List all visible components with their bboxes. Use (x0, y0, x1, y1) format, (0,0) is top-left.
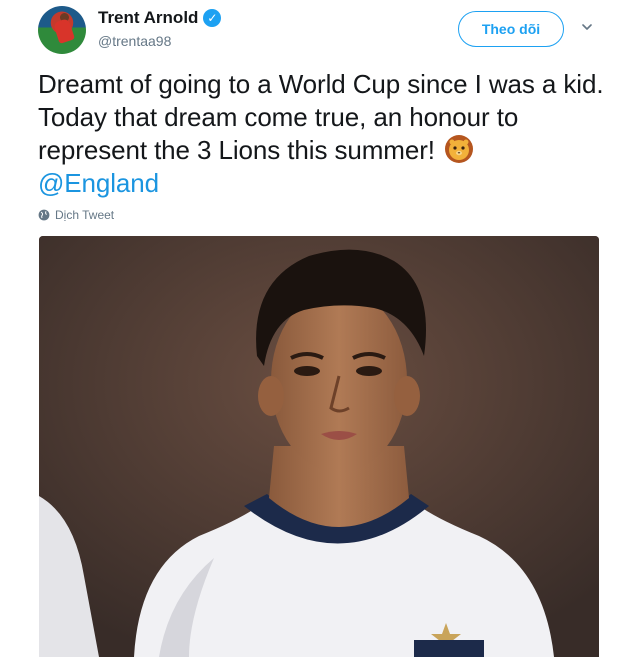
chevron-down-icon[interactable] (582, 22, 592, 32)
tweet-card: Trent Arnold ✓ @trentaa98 Theo dõi Dream… (0, 0, 633, 657)
user-name-row[interactable]: Trent Arnold ✓ (98, 8, 222, 28)
verified-badge-icon: ✓ (203, 9, 222, 27)
globe-icon (38, 209, 50, 221)
tweet-photo[interactable] (39, 236, 599, 657)
user-name[interactable]: Trent Arnold (98, 8, 198, 28)
tweet-body: Dreamt of going to a World Cup since I w… (38, 69, 604, 165)
lion-face-icon (445, 135, 474, 163)
follow-button[interactable]: Theo dõi (458, 11, 564, 47)
tweet-text: Dreamt of going to a World Cup since I w… (38, 68, 608, 200)
user-handle[interactable]: @trentaa98 (98, 33, 171, 49)
translate-label: Dịch Tweet (55, 208, 115, 222)
mention-link[interactable]: @England (38, 167, 608, 200)
translate-tweet-link[interactable]: Dịch Tweet (38, 208, 114, 222)
avatar[interactable] (38, 6, 86, 54)
